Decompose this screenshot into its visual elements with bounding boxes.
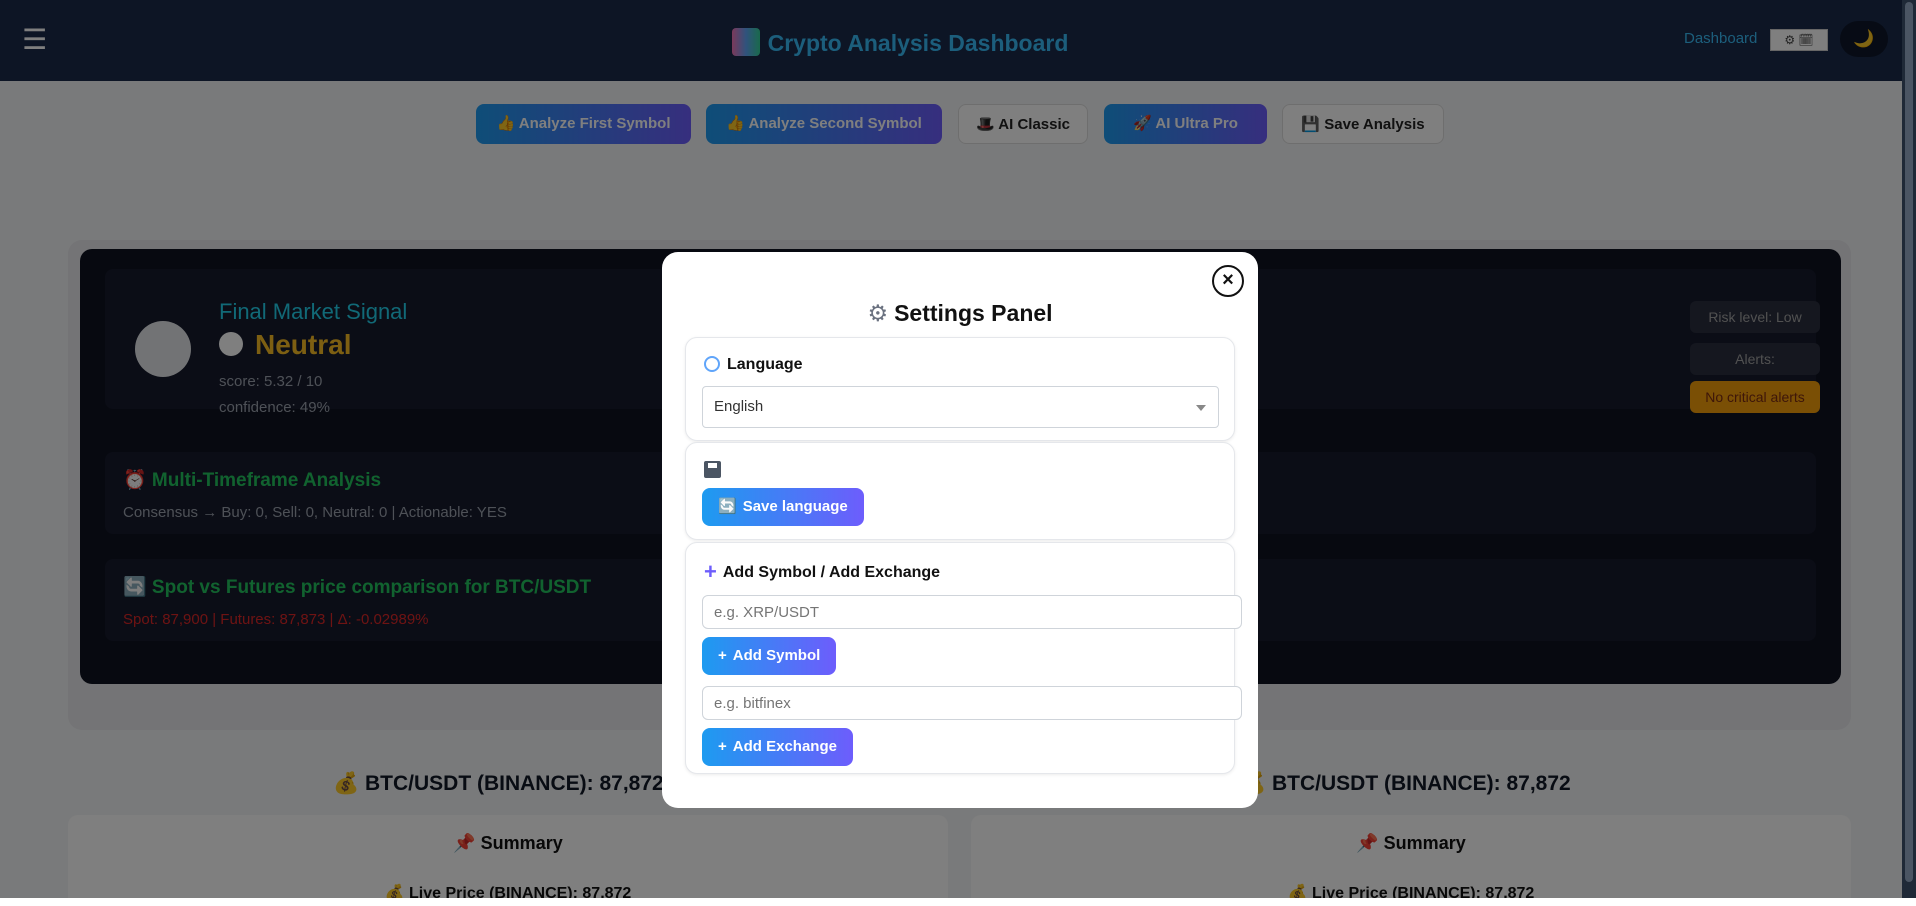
modal-title: ⚙ Settings Panel — [662, 300, 1258, 327]
symbol-input[interactable] — [702, 595, 1242, 629]
scrollbar-thumb[interactable] — [1905, 2, 1913, 882]
refresh-icon: 🔄 — [718, 498, 737, 515]
add-section-title-text: Add Symbol / Add Exchange — [722, 564, 941, 581]
add-symbol-exchange-title: + Add Symbol / Add Exchange — [704, 559, 940, 585]
add-symbol-label: Add Symbol — [732, 647, 821, 664]
modal-title-text: Settings Panel — [894, 300, 1053, 326]
settings-modal: × ⚙ Settings Panel Language English 🔄 Save… — [662, 252, 1258, 808]
floppy-disk-icon — [704, 461, 721, 478]
add-exchange-label: Add Exchange — [732, 738, 837, 755]
add-symbol-section: + Add Symbol / Add Exchange + Add Symbol +… — [685, 542, 1242, 774]
chevron-down-icon — [1196, 405, 1206, 411]
add-symbol-button[interactable]: + Add Symbol — [702, 637, 837, 675]
language-select[interactable]: English — [702, 386, 1219, 428]
language-select-value: English — [714, 398, 764, 415]
globe-icon — [704, 356, 720, 372]
language-label: Language — [704, 356, 803, 374]
add-exchange-button[interactable]: + Add Exchange — [702, 728, 853, 766]
language-label-text: Language — [727, 356, 803, 373]
exchange-input[interactable] — [702, 686, 1242, 720]
close-icon[interactable]: × — [1212, 265, 1244, 297]
save-language-button[interactable]: 🔄 Save language — [702, 488, 864, 526]
save-language-label: Save language — [742, 498, 848, 515]
language-section: Language English — [685, 337, 1235, 441]
plus-icon: + — [718, 647, 727, 664]
save-language-section: 🔄 Save language — [685, 442, 1235, 540]
page-scrollbar[interactable] — [1902, 0, 1916, 898]
plus-icon: + — [704, 559, 717, 584]
gear-icon: ⚙ — [867, 300, 889, 326]
bottom-strip — [0, 898, 1916, 906]
plus-icon: + — [718, 738, 727, 755]
